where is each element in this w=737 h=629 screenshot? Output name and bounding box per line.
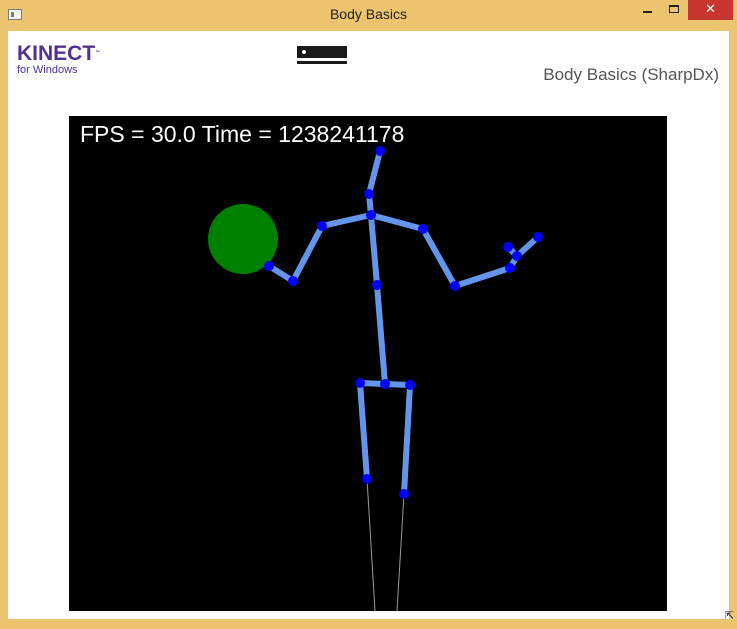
joint-spineBase (380, 379, 390, 389)
app-title: Body Basics (SharpDx) (543, 65, 719, 84)
app-window: Body Basics ✕ KINECT™ for Windows Body B… (0, 0, 737, 629)
client-area: KINECT™ for Windows Body Basics (SharpDx… (8, 31, 729, 619)
logo-brand-text: KINECT (17, 42, 96, 65)
joint-wristR (505, 263, 515, 273)
bone-spineShoulder-shoulderL (321, 212, 372, 229)
joint-kneeR (399, 489, 409, 499)
bone-spineShoulder-spineMid (368, 214, 380, 286)
joint-handL (264, 261, 274, 271)
maximize-button[interactable] (661, 0, 688, 20)
kinect-logo: KINECT™ for Windows (17, 43, 100, 77)
bone-shoulderR-elbowR (420, 227, 458, 288)
resize-grip-icon[interactable]: ⇱ (725, 610, 735, 621)
close-button[interactable]: ✕ (688, 0, 733, 20)
skeleton-canvas (208, 146, 543, 611)
body-tracking-viewport: FPS = 30.0 Time = 1238241178 (69, 116, 667, 611)
bone-spineShoulder-shoulderR (370, 212, 424, 232)
minimize-button[interactable] (634, 0, 661, 20)
joint-spineShoulder (366, 210, 376, 220)
bone-head-neck (366, 150, 383, 195)
joint-handR (512, 251, 522, 261)
joint-elbowL (288, 276, 298, 286)
joint-kneeL (362, 474, 372, 484)
joint-thumbR (503, 242, 513, 252)
window-title: Body Basics (329, 6, 408, 22)
bone-hipR-kneeR (401, 384, 413, 495)
inferred-bone-left-shin (366, 478, 376, 611)
logo-subtitle: for Windows (17, 64, 78, 76)
inferred-bone-right-shin (396, 493, 405, 611)
logo-trademark: ™ (95, 50, 101, 56)
title-bar[interactable]: Body Basics ✕ (0, 0, 737, 31)
joint-spineMid (372, 280, 382, 290)
bone-spineMid-spineBase (374, 284, 388, 385)
bone-elbowR-wristR (454, 265, 511, 289)
joint-shoulderR (418, 224, 428, 234)
joint-elbowR (450, 281, 460, 291)
fps-status-text: FPS = 30.0 Time = 1238241178 (80, 121, 405, 147)
joint-neck (364, 189, 374, 199)
joint-tipR (533, 232, 543, 242)
bone-shoulderL-elbowL (290, 224, 325, 283)
joint-shoulderL (317, 221, 327, 231)
joint-hipL (355, 378, 365, 388)
bone-hipL-kneeL (357, 382, 370, 480)
kinect-sensor-icon (297, 46, 347, 66)
joint-hipR (405, 380, 415, 390)
